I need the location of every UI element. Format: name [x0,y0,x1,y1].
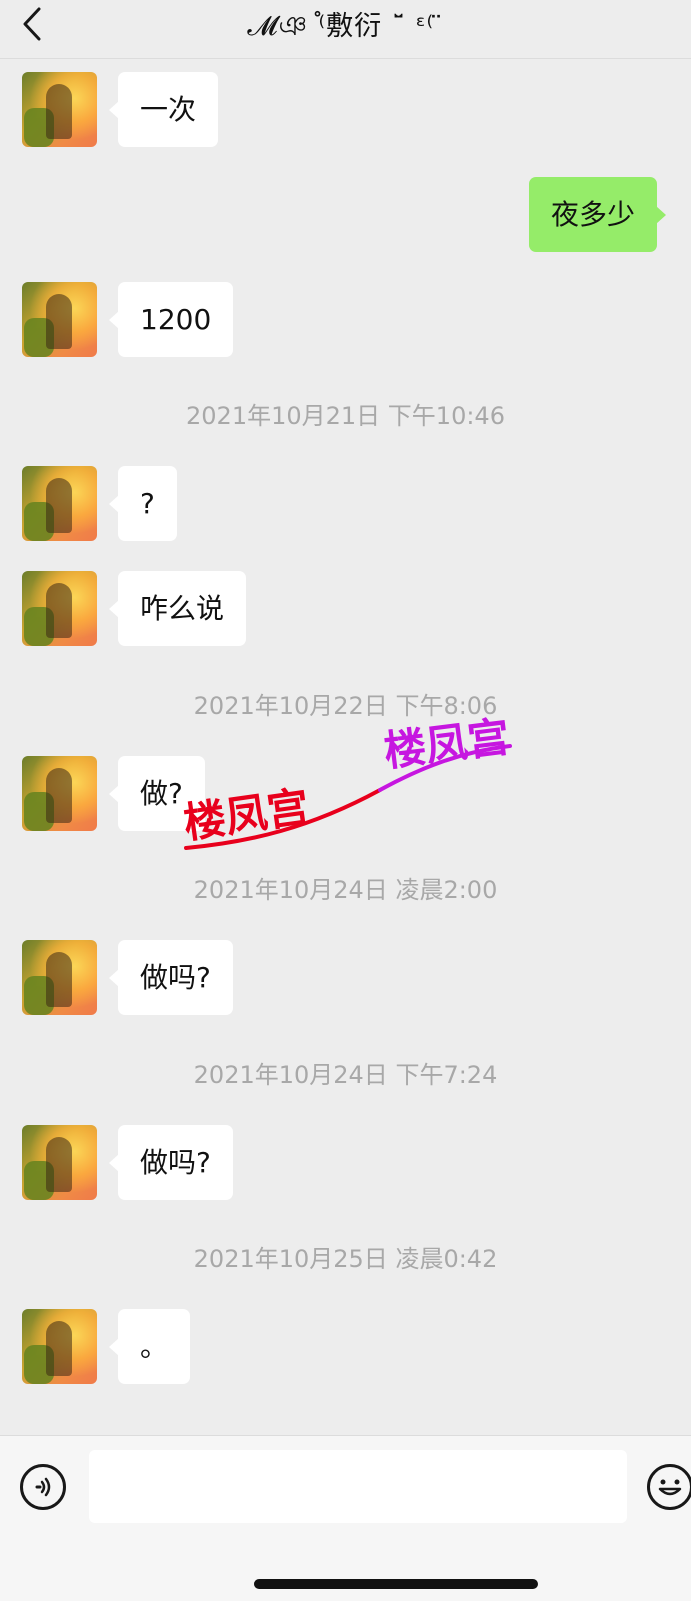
avatar-figure [46,478,72,533]
message-row-received: 做? [0,756,691,831]
received-message-bubble[interactable]: 一次 [108,72,219,147]
contact-avatar[interactable] [22,756,97,831]
home-indicator [254,1579,538,1589]
timestamp: 2021年10月22日 下午8:06 [193,692,498,720]
avatar-figure [46,1137,72,1192]
received-message-bubble[interactable]: 。 [108,1309,191,1384]
avatar-figure [46,84,72,139]
message-row-received: 做吗? [0,1125,691,1200]
timestamp: 2021年10月24日 凌晨2:00 [193,876,498,904]
emoji-icon [658,1479,682,1496]
timestamp: 2021年10月24日 下午7:24 [193,1061,498,1089]
received-message-bubble[interactable]: 做吗? [109,940,233,1015]
avatar-figure [46,768,72,823]
avatar-figure [46,952,72,1007]
received-message-bubble[interactable]: 咋么说 [108,571,247,646]
message-row-received: 。 [0,1309,691,1384]
avatar-figure [46,583,72,638]
message-row-received: 做吗? [0,940,691,1015]
input-bar [0,1435,691,1601]
contact-avatar[interactable] [22,72,97,147]
sent-message-bubble[interactable]: 夜多少 [528,177,667,252]
contact-avatar[interactable] [22,1125,97,1200]
received-message-bubble[interactable]: 做吗? [109,1125,233,1200]
voice-button[interactable] [20,1464,66,1510]
contact-avatar[interactable] [22,282,97,357]
timestamp: 2021年10月25日 凌晨0:42 [193,1245,498,1273]
contact-avatar[interactable] [22,940,97,1015]
message-row-received: 一次 [0,72,691,147]
voice-icon [35,1477,51,1497]
contact-avatar[interactable] [22,466,97,541]
emoji-button[interactable] [647,1464,691,1510]
message-row-sent: 夜多少 [0,177,691,252]
avatar-figure [46,294,72,349]
message-input[interactable] [89,1450,627,1523]
contact-avatar[interactable] [22,1309,97,1384]
message-row-received: 咋么说 [0,571,691,646]
message-row-received: 1200 [0,282,691,357]
contact-avatar[interactable] [22,571,97,646]
message-list[interactable]: 一次夜多少 1200 2021年10月21日 下午10:46? 咋么说 2021年10月… [0,0,691,1435]
received-message-bubble[interactable]: 做? [109,756,205,831]
received-message-bubble[interactable]: 1200 [108,282,234,357]
timestamp: 2021年10月21日 下午10:46 [186,402,505,430]
avatar-figure [46,1321,72,1376]
message-row-received: ? [0,466,691,541]
received-message-bubble[interactable]: ? [109,466,177,541]
